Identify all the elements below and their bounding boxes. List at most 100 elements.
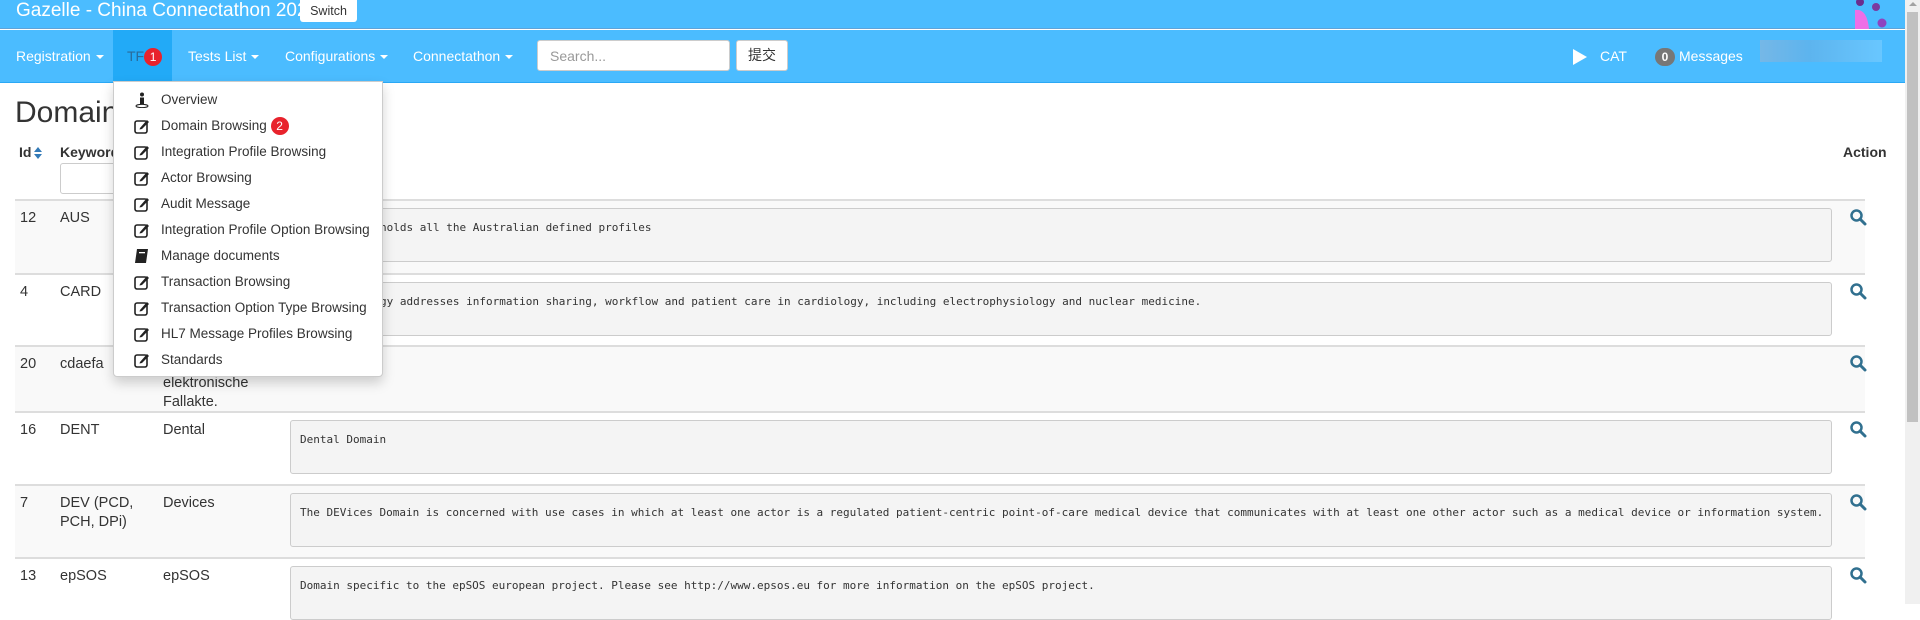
dropdown-item-label: Transaction Option Type Browsing [161,300,367,315]
logo-icon [1855,0,1887,29]
view-search-icon[interactable] [1849,420,1867,438]
cell-name: elektronische Fallakte. [163,375,249,410]
edit-icon [134,354,149,368]
top-bar: Gazelle - China Connectathon 2023 Switch [0,0,1905,29]
cell-id: 4 [20,284,29,300]
search-input[interactable] [537,40,730,71]
dropdown-item-label: Domain Browsing [161,118,267,133]
description-textarea[interactable]: holds all the Australian defined profile… [290,208,1832,262]
main-nav: Registration TF 1 Tests List Configuratio… [0,30,1905,83]
description-textarea[interactable]: Dental Domain [290,420,1832,474]
view-search-icon[interactable] [1849,354,1867,372]
caret-down-icon [251,55,260,60]
cell-id: 13 [20,568,37,584]
edit-icon [134,302,149,316]
book-icon [135,249,148,263]
cell-keyword: DENT [60,422,100,438]
keyword-filter-input[interactable] [60,163,120,194]
header-action: Action [1843,144,1887,160]
table-row: 7 DEV (PCD, PCH, DPi) Devices The DEVices… [15,484,1867,557]
dropdown-item-hl7-message-profiles-browsing[interactable]: HL7 Message Profiles Browsing [114,321,382,347]
cat-link[interactable]: CAT [1573,30,1627,82]
dropdown-item-audit-message[interactable]: Audit Message [114,191,382,217]
dropdown-item-label: Integration Profile Browsing [161,144,327,159]
cell-name: epSOS [163,568,210,584]
cell-name: Dental [163,422,205,438]
play-icon [1573,49,1587,66]
sort-icon[interactable] [34,147,43,160]
edit-icon [134,276,149,290]
dropdown-item-label: Audit Message [161,196,251,211]
nav-label: TF [127,48,145,64]
dropdown-item-label: Manage documents [161,248,280,263]
view-search-icon[interactable] [1849,282,1867,300]
scroll-up-icon[interactable] [1909,2,1917,6]
messages-count-badge: 0 [1655,48,1675,67]
dropdown-item-manage-documents[interactable]: Manage documents [114,243,382,269]
cell-id: 20 [20,356,37,372]
messages-link[interactable]: 0 Messages [1655,30,1743,82]
nav-connectathon[interactable]: Connectathon [413,30,514,82]
scrollbar[interactable] [1905,0,1920,604]
dropdown-item-overview[interactable]: Overview [114,87,382,113]
view-search-icon[interactable] [1849,566,1867,584]
user-menu-redacted[interactable] [1760,40,1882,62]
nav-label: Configurations [285,48,376,64]
nav-registration[interactable]: Registration [16,30,104,82]
dropdown-item-actor-browsing[interactable]: Actor Browsing [114,165,382,191]
view-search-icon[interactable] [1849,493,1867,511]
edit-icon [134,146,149,160]
info-icon [135,92,149,108]
cell-name: Devices [163,495,215,511]
cell-id: 12 [20,210,37,226]
dropdown-item-label: Integration Profile Option Browsing [161,222,370,237]
caret-down-icon [505,55,514,60]
app-title: Gazelle - China Connectathon 2023 [16,0,319,21]
dropdown-item-transaction-browsing[interactable]: Transaction Browsing [114,269,382,295]
cell-id: 7 [20,495,29,511]
dropdown-item-standards[interactable]: Standards [114,347,382,373]
dropdown-item-label: Overview [161,92,218,107]
cell-keyword: DEV (PCD, PCH, DPi) [60,495,134,530]
nav-label: Tests List [188,48,247,64]
page-title: Domain [15,96,119,129]
submit-button[interactable]: 提交 [736,40,788,71]
dropdown-item-label: Transaction Browsing [161,274,291,289]
edit-icon [134,328,149,342]
edit-icon [134,224,149,238]
dropdown-item-integration-profile-option-browsing[interactable]: Integration Profile Option Browsing [114,217,382,243]
dropdown-item-integration-profile-browsing[interactable]: Integration Profile Browsing [114,139,382,165]
dropdown-item-domain-browsing[interactable]: Domain Browsing 2 [114,113,382,139]
dropdown-item-transaction-option-type-browsing[interactable]: Transaction Option Type Browsing [114,295,382,321]
description-textarea[interactable]: gy addresses information sharing, workfl… [290,282,1832,336]
step-marker: 1 [144,48,163,67]
tf-dropdown-menu: Overview Domain Browsing 2 Integration Pro… [113,81,383,377]
nav-tf[interactable]: TF 1 [113,30,172,82]
cell-id: 16 [20,422,37,438]
description-textarea[interactable]: The DEVices Domain is concerned with use… [290,493,1832,547]
edit-icon [134,198,149,212]
caret-down-icon [95,55,104,60]
dropdown-item-label: Standards [161,352,223,367]
dropdown-item-label: Actor Browsing [161,170,252,185]
table-row: 13 epSOS epSOS Domain specific to the epS… [15,557,1867,620]
messages-label: Messages [1679,48,1743,64]
dropdown-item-label: HL7 Message Profiles Browsing [161,326,353,341]
cat-label: CAT [1600,48,1627,64]
edit-icon [134,120,149,134]
nav-tests-list[interactable]: Tests List [188,30,260,82]
scroll-thumb[interactable] [1907,12,1918,422]
view-search-icon[interactable] [1849,208,1867,226]
header-keyword[interactable]: Keyword [60,144,119,160]
edit-icon [134,172,149,186]
description-textarea[interactable]: Domain specific to the epSOS european pr… [290,566,1832,620]
table-row: 16 DENT Dental Dental Domain [15,411,1867,484]
nav-label: Registration [16,48,91,64]
nav-label: Connectathon [413,48,501,64]
caret-down-icon [380,55,389,60]
header-id[interactable]: Id [19,144,43,160]
cell-keyword: epSOS [60,568,107,584]
nav-configurations[interactable]: Configurations [285,30,389,82]
step-marker: 2 [270,117,289,136]
switch-button[interactable]: Switch [300,0,357,22]
